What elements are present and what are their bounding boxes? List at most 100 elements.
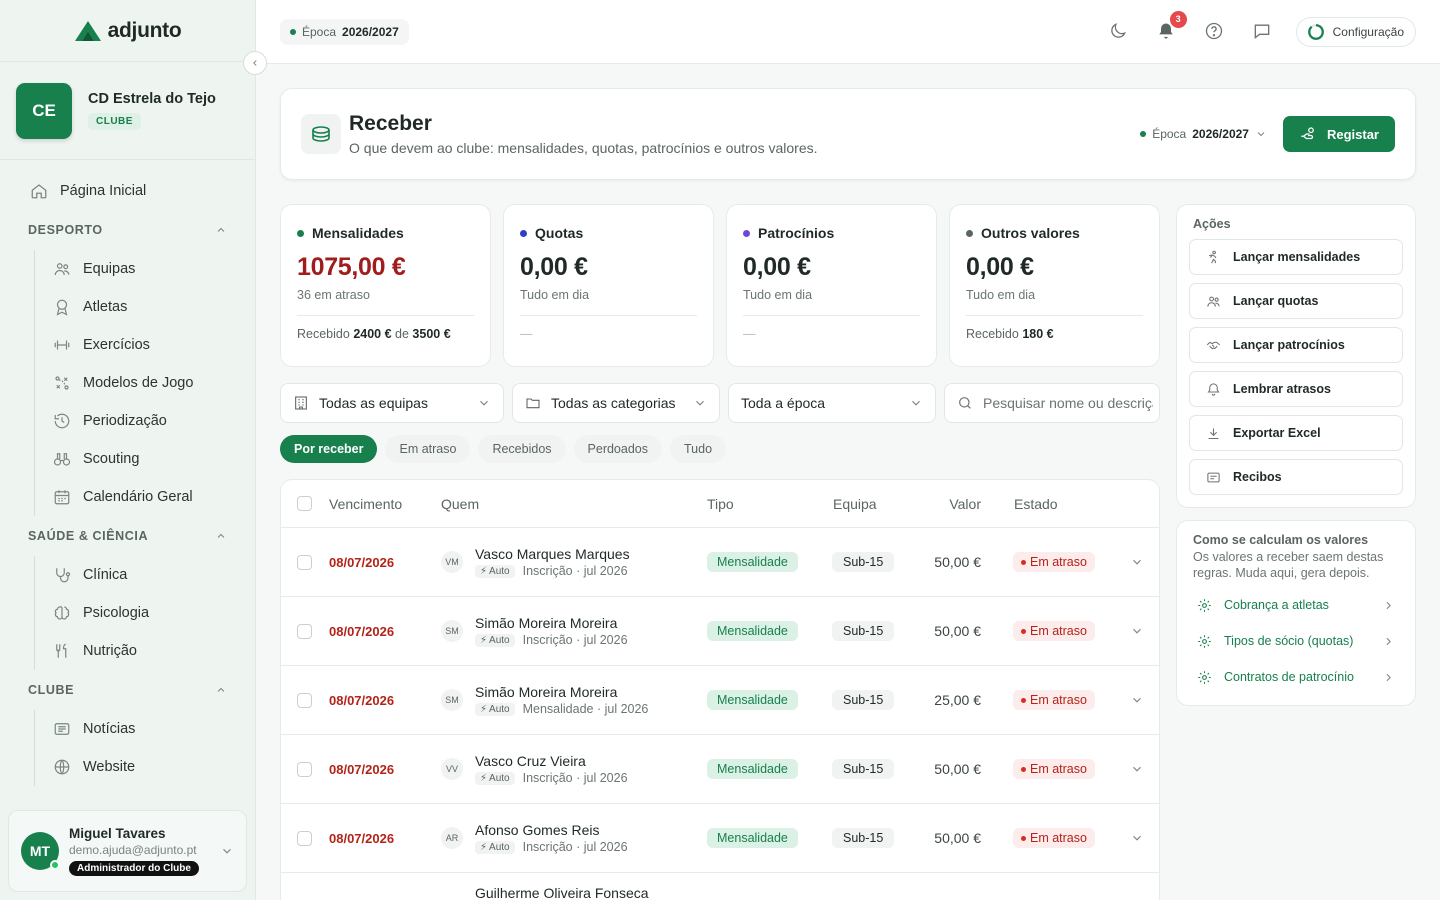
status-label: Em atraso: [1030, 555, 1087, 569]
tab-recebidos[interactable]: Recebidos: [478, 435, 566, 463]
table-row[interactable]: 08/07/2026 VM Vasco Marques Marques ⚡ Aut…: [281, 528, 1159, 597]
link-cobranca-atletas[interactable]: Cobrança a atletas: [1177, 587, 1415, 623]
amount: 50,00 €: [934, 830, 981, 846]
sidebar-item-exercicios[interactable]: Exercícios: [53, 326, 255, 364]
kpi-card-mensalidades[interactable]: Mensalidades 1075,00 € 36 em atraso Rece…: [280, 204, 491, 367]
launch-sponsorships-button[interactable]: Lançar patrocínios: [1189, 327, 1403, 363]
category-filter-value: Todas as categorias: [551, 395, 676, 411]
help-icon[interactable]: [1204, 21, 1226, 43]
sidebar-item-nutricao[interactable]: Nutrição: [53, 632, 255, 670]
row-checkbox[interactable]: [297, 554, 312, 570]
payer-cell: Guilherme Oliveira Fonseca: [441, 885, 649, 900]
chevron-right-icon: [1382, 599, 1395, 612]
sidebar-collapse-button[interactable]: [243, 51, 267, 75]
receipts-button[interactable]: Recibos: [1189, 459, 1403, 495]
payer-name: Guilherme Oliveira Fonseca: [475, 885, 649, 900]
sidebar-item-psicologia[interactable]: Psicologia: [53, 594, 255, 632]
col-header-type[interactable]: Tipo: [707, 496, 734, 512]
bell-icon[interactable]: 3: [1156, 10, 1187, 43]
kpi-dot: [743, 229, 750, 237]
sidebar-item-home[interactable]: Página Inicial: [0, 172, 255, 210]
club-card[interactable]: CE CD Estrela do Tejo CLUBE: [0, 62, 255, 160]
row-checkbox[interactable]: [297, 830, 312, 846]
chevron-down-icon[interactable]: [1130, 555, 1144, 569]
sidebar-item-scouting[interactable]: Scouting: [53, 440, 255, 478]
payer-cell: VV Vasco Cruz Vieira ⚡ Auto Inscrição · ju…: [441, 753, 628, 785]
sidebar-item-modelos-de-jogo[interactable]: Modelos de Jogo: [53, 364, 255, 402]
table-row[interactable]: 08/07/2026 SM Simão Moreira Moreira ⚡ Aut…: [281, 597, 1159, 666]
config-button[interactable]: Configuração: [1295, 16, 1416, 47]
table-row[interactable]: 08/07/2026 SM Simão Moreira Moreira ⚡ Aut…: [281, 666, 1159, 735]
kpi-card-quotas[interactable]: Quotas 0,00 € Tudo em dia —: [503, 204, 714, 367]
kpi-value: 1075,00 €: [297, 253, 406, 281]
sidebar-item-calendario-geral[interactable]: Calendário Geral: [53, 478, 255, 516]
progress-ring-icon: [1307, 23, 1325, 41]
search-field[interactable]: [944, 383, 1160, 423]
chevron-down-icon: [1255, 128, 1267, 140]
link-tipos-socio[interactable]: Tipos de sócio (quotas): [1177, 623, 1415, 659]
user-card[interactable]: MT Miguel Tavares demo.ajuda@adjunto.pt …: [8, 810, 247, 892]
register-button[interactable]: Registar: [1282, 116, 1395, 152]
payer-desc: Mensalidade · jul 2026: [522, 702, 649, 716]
tab-por-receber[interactable]: Por receber: [280, 435, 378, 463]
tab-em-atraso[interactable]: Em atraso: [385, 435, 471, 463]
nav-section-saude-ciencia[interactable]: SAÚDE & CIÊNCIA: [0, 516, 255, 556]
category-filter-select[interactable]: Todas as categorias: [512, 383, 720, 423]
nav-section-desporto[interactable]: DESPORTO: [0, 210, 255, 250]
col-header-value[interactable]: Valor: [949, 496, 981, 512]
tab-perdoados[interactable]: Perdoados: [573, 435, 662, 463]
sidebar-item-atletas[interactable]: Atletas: [53, 288, 255, 326]
table-row[interactable]: 08/07/2026 AR Afonso Gomes Reis ⚡ Auto Ins…: [281, 804, 1159, 873]
chevron-down-icon[interactable]: [1130, 624, 1144, 638]
remind-overdue-button[interactable]: Lembrar atrasos: [1189, 371, 1403, 407]
nav-section-clube[interactable]: CLUBE: [0, 670, 255, 710]
sidebar-item-periodizacao[interactable]: Periodização: [53, 402, 255, 440]
search-input[interactable]: [983, 395, 1153, 411]
sidebar-item-website[interactable]: Website: [53, 748, 255, 786]
gear-icon: [1197, 598, 1212, 613]
chevron-down-icon[interactable]: [1130, 762, 1144, 776]
chat-icon[interactable]: [1252, 21, 1274, 43]
moon-icon[interactable]: [1108, 21, 1130, 43]
team-badge: Sub-15: [832, 552, 895, 572]
season-selector[interactable]: Época 2026/2027: [280, 18, 409, 45]
row-checkbox[interactable]: [297, 761, 312, 777]
tab-tudo[interactable]: Tudo: [670, 435, 727, 463]
col-header-who[interactable]: Quem: [441, 496, 479, 512]
sidebar-item-clinica[interactable]: Clínica: [53, 556, 255, 594]
receipt-icon: [1206, 470, 1221, 485]
chevron-up-icon: [215, 684, 227, 696]
export-excel-button[interactable]: Exportar Excel: [1189, 415, 1403, 451]
chevron-down-icon[interactable]: [1130, 831, 1144, 845]
period-filter-select[interactable]: Toda a época: [728, 383, 936, 423]
chevron-down-icon[interactable]: [1130, 693, 1144, 707]
launch-quotas-button[interactable]: Lançar quotas: [1189, 283, 1403, 319]
sidebar-item-equipas[interactable]: Equipas: [53, 250, 255, 288]
select-all-checkbox[interactable]: [297, 496, 312, 511]
season-dropdown[interactable]: Época 2026/2027: [1140, 127, 1267, 141]
launch-monthly-fees-button[interactable]: Lançar mensalidades: [1189, 239, 1403, 275]
kpi-dot: [520, 229, 527, 237]
kpi-card-patrocinios[interactable]: Patrocínios 0,00 € Tudo em dia —: [726, 204, 937, 367]
kpi-card-outros-valores[interactable]: Outros valores 0,00 € Tudo em dia Recebi…: [949, 204, 1160, 367]
table-row[interactable]: 08/07/2026 VV Vasco Cruz Vieira ⚡ Auto Ins…: [281, 735, 1159, 804]
sidebar-item-label: Exercícios: [83, 337, 150, 353]
app-name: adjunto: [107, 18, 182, 42]
bolt-icon: ⚡: [480, 841, 488, 853]
actions-title: Ações: [1193, 217, 1231, 231]
col-header-status[interactable]: Estado: [1014, 496, 1058, 512]
col-header-team[interactable]: Equipa: [833, 496, 877, 512]
topbar-actions: 3 Configuração: [1108, 10, 1416, 47]
sidebar-item-noticias[interactable]: Notícias: [53, 710, 255, 748]
app-logo[interactable]: adjunto: [0, 0, 255, 62]
row-checkbox[interactable]: [297, 692, 312, 708]
col-header-due[interactable]: Vencimento: [329, 496, 402, 512]
table-row[interactable]: Guilherme Oliveira Fonseca: [281, 873, 1159, 900]
team-filter-select[interactable]: Todas as equipas: [280, 383, 504, 423]
chevron-down-icon: [909, 396, 923, 410]
row-checkbox[interactable]: [297, 623, 312, 639]
club-name: CD Estrela do Tejo: [88, 91, 216, 107]
link-contratos-patrocinio[interactable]: Contratos de patrocínio: [1177, 659, 1415, 695]
team-filter-value: Todas as equipas: [319, 395, 428, 411]
kpi-footer: Recebido 180 €: [966, 327, 1143, 341]
